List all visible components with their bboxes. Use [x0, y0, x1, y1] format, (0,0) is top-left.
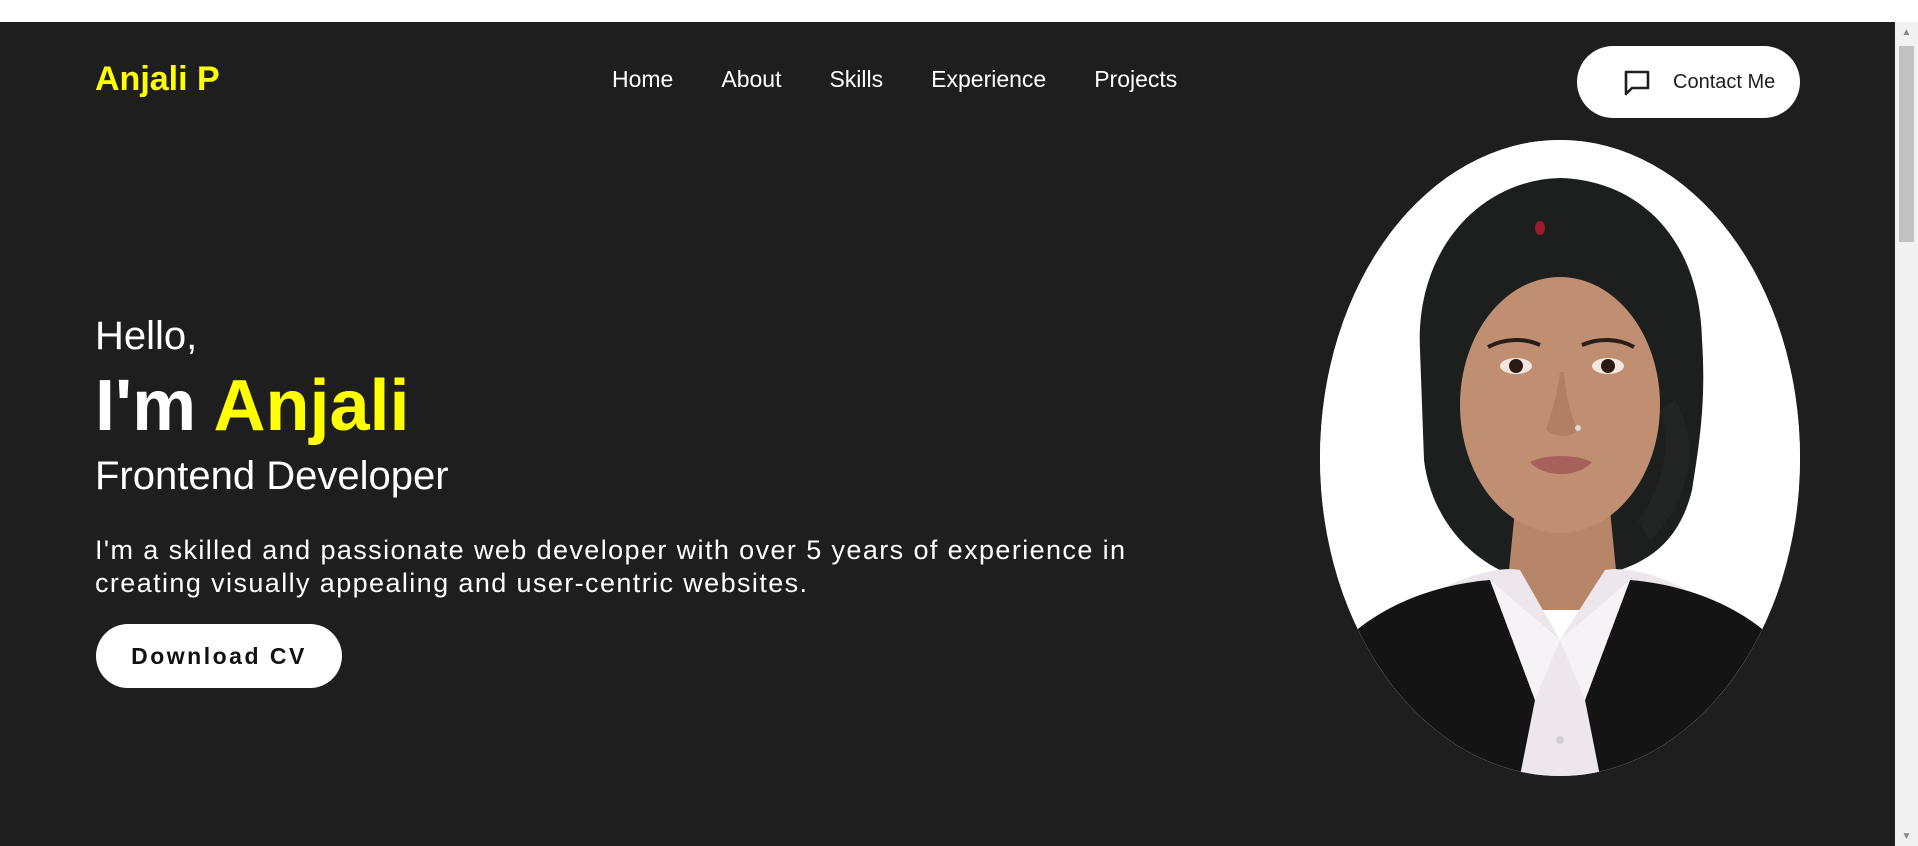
nav-item-skills[interactable]: Skills [829, 66, 883, 93]
nav-item-experience[interactable]: Experience [931, 66, 1046, 93]
nav-item-home[interactable]: Home [612, 66, 673, 93]
contact-me-label: Contact Me [1673, 71, 1776, 93]
nav-item-projects[interactable]: Projects [1094, 66, 1177, 93]
portfolio-page: Anjali P Home About Skills Experience Pr… [0, 22, 1895, 846]
browser-top-strip [0, 0, 1918, 23]
hero-role: Frontend Developer [95, 454, 449, 498]
scroll-up-arrow-icon[interactable]: ▲ [1895, 22, 1918, 42]
main-nav: Home About Skills Experience Projects [612, 66, 1225, 93]
hero-intro-prefix: I'm [95, 366, 197, 446]
scrollbar-thumb[interactable] [1899, 46, 1914, 242]
hero-intro-name: Anjali [213, 366, 410, 446]
vertical-scrollbar[interactable]: ▲ ▼ [1895, 22, 1918, 846]
hero-greeting: Hello, [95, 314, 198, 358]
download-cv-button[interactable]: Download CV [96, 624, 342, 688]
nav-item-about[interactable]: About [721, 66, 781, 93]
portrait-photo [1320, 140, 1800, 776]
hero-description: I'm a skilled and passionate web develop… [95, 535, 1127, 598]
message-square-icon [1623, 70, 1651, 96]
contact-me-button[interactable]: Contact Me [1577, 46, 1800, 118]
hero-intro: I'm Anjali [95, 366, 410, 446]
brand-logo[interactable]: Anjali P [95, 60, 220, 99]
scroll-down-arrow-icon[interactable]: ▼ [1895, 826, 1918, 846]
